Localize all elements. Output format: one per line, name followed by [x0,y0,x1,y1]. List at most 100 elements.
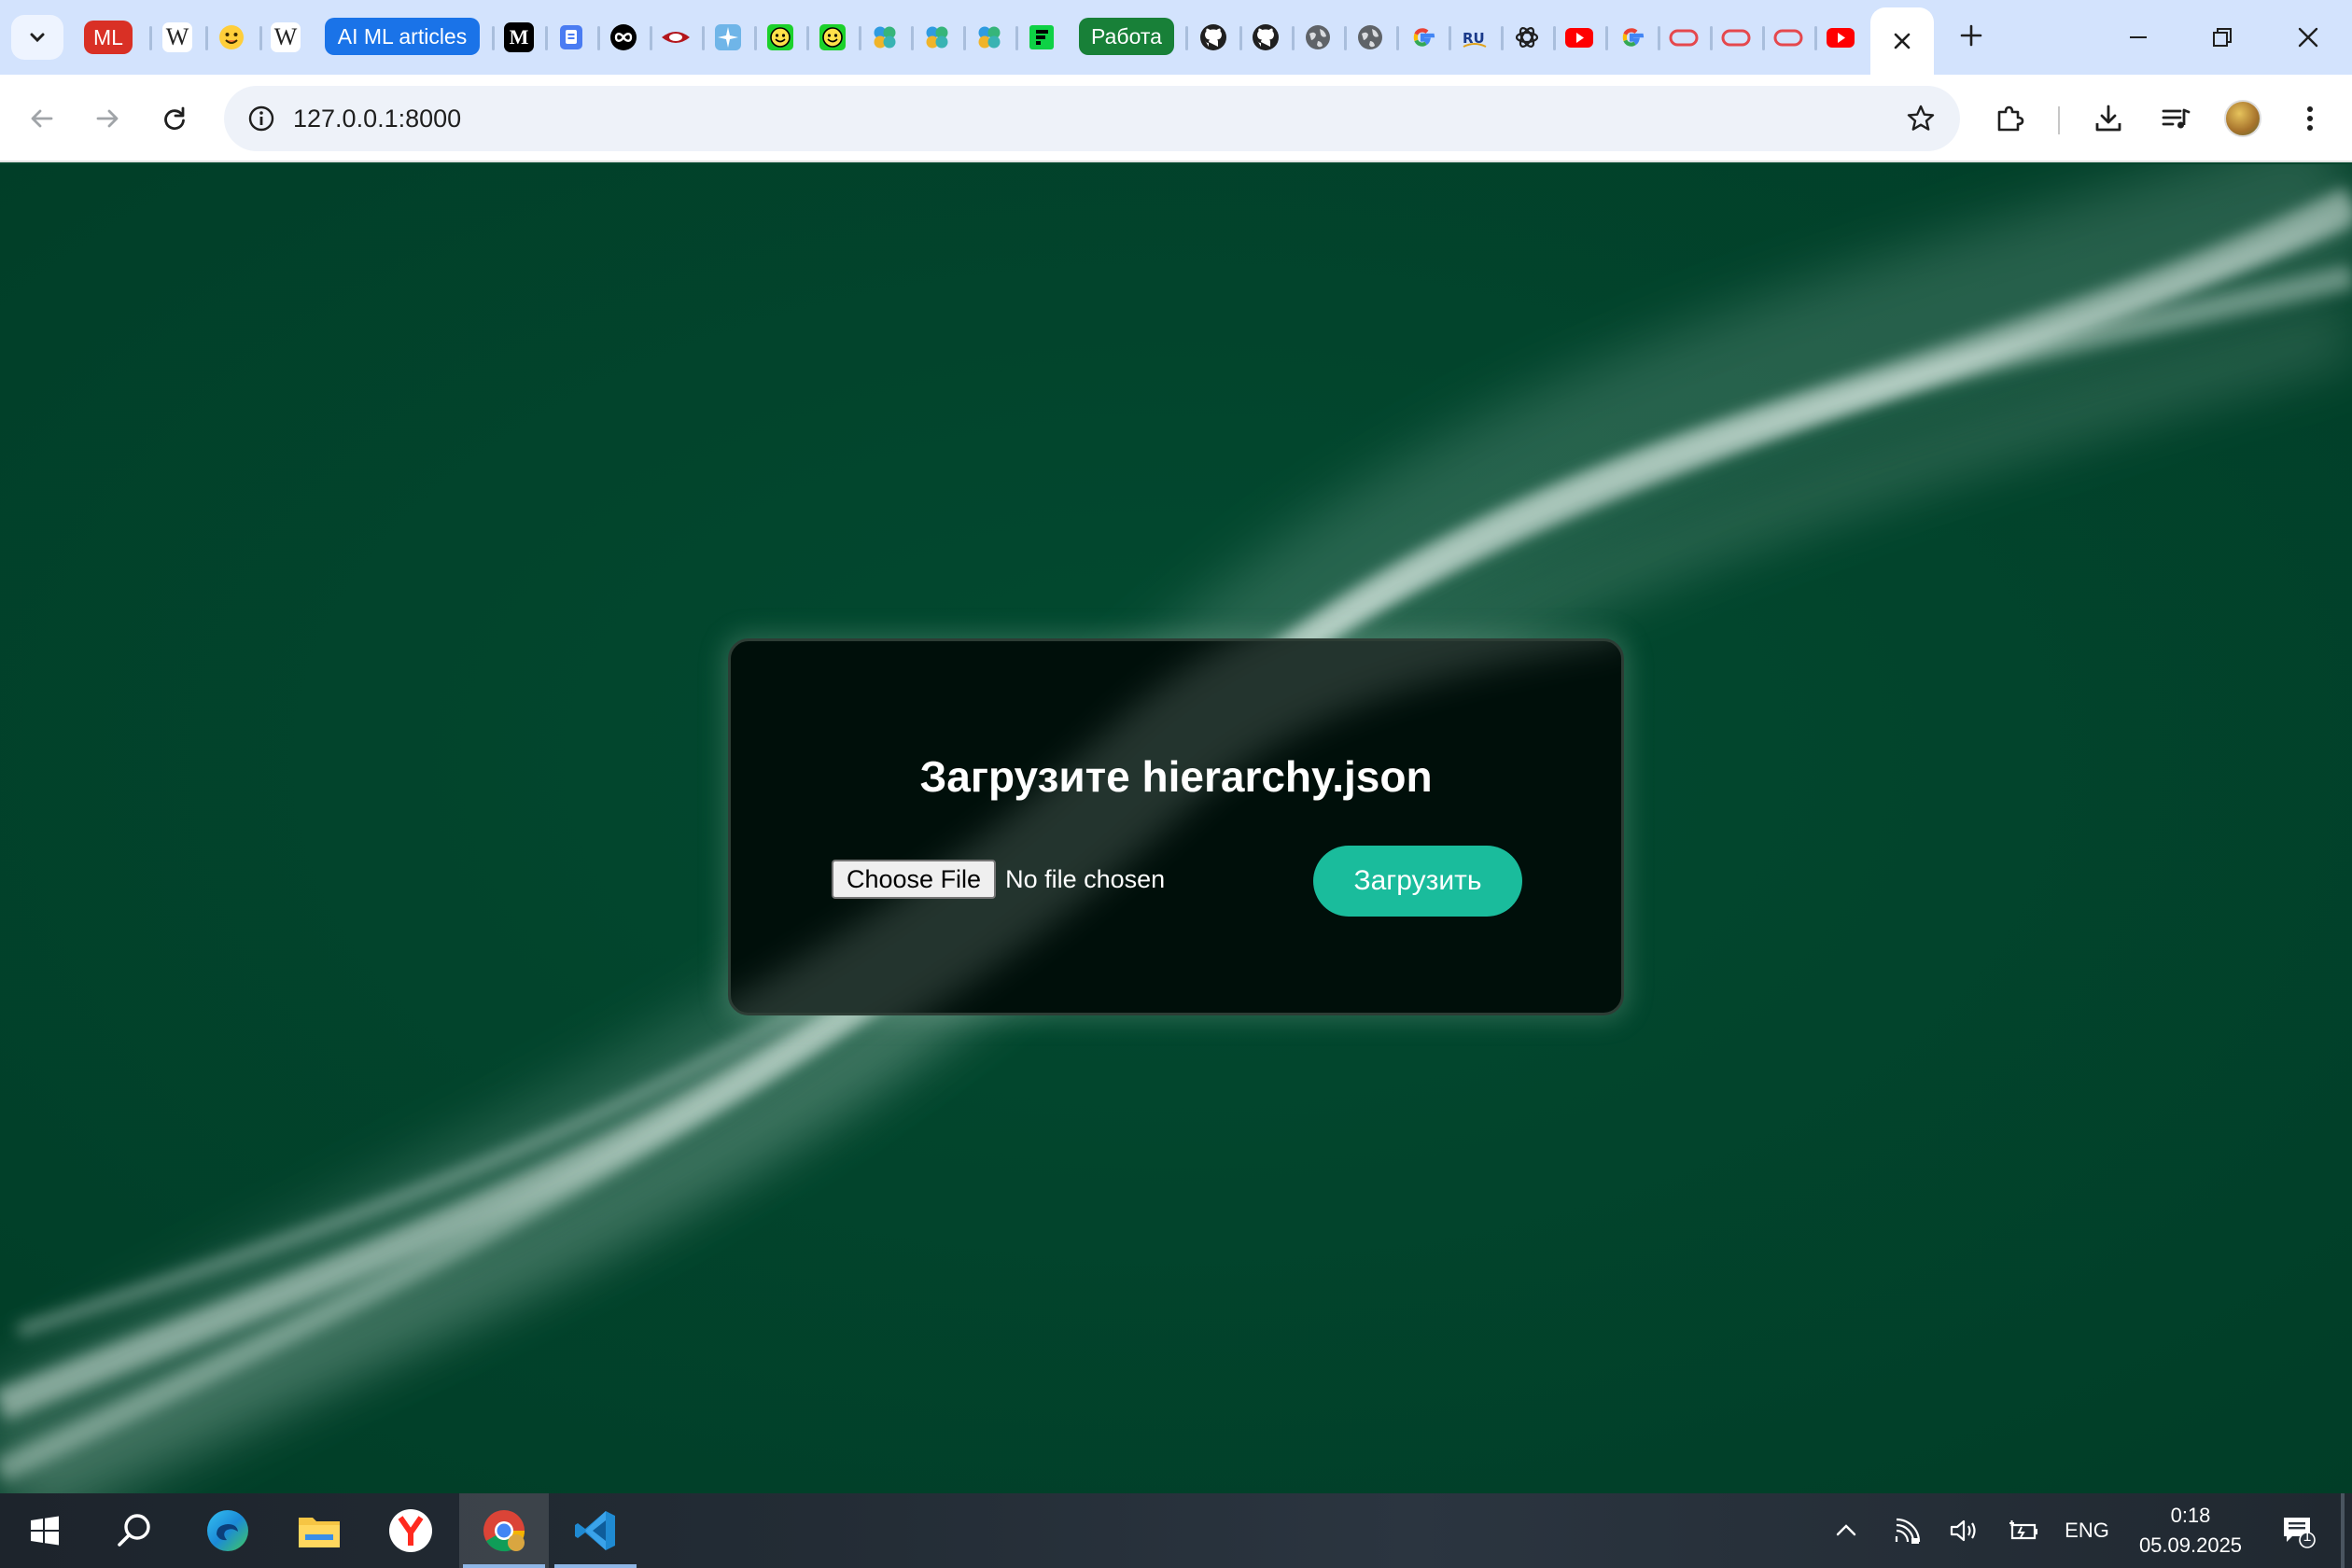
new-tab-button[interactable] [1951,17,1992,54]
tab-ml[interactable]: ML [80,19,136,56]
tab-separator [1449,26,1451,50]
downloads-button[interactable] [2083,93,2134,144]
volume-button[interactable] [1941,1493,1986,1568]
taskbar: ENG 0:18 05.09.2025 1 [0,1493,2352,1568]
tab-medium[interactable]: M [498,19,539,56]
globe-icon [1306,25,1330,49]
tab-separator [1185,26,1188,50]
search-button[interactable] [90,1493,179,1568]
upload-card: Загрузите hierarchy.json Choose File No … [728,638,1624,1015]
tab-huggingface[interactable] [211,19,252,56]
sparkle-icon [715,24,741,50]
tab-clover-2[interactable] [917,19,958,56]
tab-github-2[interactable] [1245,19,1286,56]
yandex-browser-button[interactable] [366,1493,455,1568]
tab-separator [1605,26,1608,50]
tab-clover[interactable] [864,19,905,56]
extensions-button[interactable] [1984,93,2035,144]
show-hidden-icons-button[interactable] [1824,1493,1869,1568]
vscode-button[interactable] [551,1493,640,1568]
start-icon [31,1516,59,1546]
tab-green-f[interactable] [1021,19,1062,56]
no-file-label: No file chosen [1005,864,1166,893]
tab-red-eye[interactable] [655,19,696,56]
tab-separator [1239,26,1242,50]
site-info-button[interactable] [237,94,286,143]
tab-globe-2[interactable] [1350,19,1391,56]
notification-center-button[interactable]: 1 [2270,1493,2326,1568]
tab-separator [1015,26,1018,50]
clock[interactable]: 0:18 05.09.2025 [2121,1501,2261,1561]
oval-icon [1773,29,1803,47]
tab-wikipedia[interactable]: W [157,19,198,56]
tab-separator [259,26,262,50]
tab-separator [1501,26,1504,50]
chrome-button[interactable] [459,1493,549,1568]
wikipedia-icon: W [271,22,301,52]
profile-button[interactable] [2218,93,2268,144]
github-icon [1200,24,1226,50]
tab-google-2[interactable] [1611,19,1652,56]
address-bar[interactable]: 127.0.0.1:8000 [224,86,1960,151]
tab-strip: ML W W AI ML articles M Работа RU [0,0,2352,75]
tab-youtube-2[interactable] [1820,19,1861,56]
tab-oval-3[interactable] [1768,19,1809,56]
tab-google[interactable] [1402,19,1443,56]
show-desktop-button[interactable] [2341,1493,2345,1568]
menu-button[interactable] [2285,93,2335,144]
tab-oval[interactable] [1663,19,1704,56]
tab-separator [1710,26,1713,50]
tab-separator [1292,26,1295,50]
google-icon [1622,28,1645,47]
file-input[interactable]: Choose File No file chosen [832,860,1165,899]
language-indicator[interactable]: ENG [2059,1493,2115,1568]
google-icon [1413,28,1435,47]
start-button[interactable] [0,1493,90,1568]
minimize-button[interactable] [2096,11,2180,63]
battery-button[interactable] [2001,1493,2046,1568]
reload-button[interactable] [149,93,200,144]
media-control-button[interactable] [2150,93,2201,144]
tab-smiley[interactable] [760,19,801,56]
bookmark-button[interactable] [1897,94,1945,143]
page-content: Загрузите hierarchy.json Choose File No … [0,164,2352,1493]
tab-wikipedia-2[interactable]: W [265,19,306,56]
active-indicator [463,1564,545,1568]
tab-youtube[interactable] [1559,19,1600,56]
forward-button[interactable] [82,93,133,144]
tab-separator [650,26,652,50]
close-window-button[interactable] [2266,11,2350,63]
ai-ml-articles-group[interactable]: AI ML articles [325,18,480,55]
red-eye-icon [662,32,690,43]
tab-separator [1553,26,1556,50]
tab-oval-2[interactable] [1715,19,1757,56]
forward-arrow-icon [96,109,119,128]
tab-separator [205,26,208,50]
tab-openai[interactable] [1506,19,1547,56]
tab-sparkle[interactable] [707,19,749,56]
vscode-icon [575,1511,615,1550]
tab-search-button[interactable] [11,15,63,60]
choose-file-button[interactable]: Choose File [832,860,997,899]
work-group[interactable]: Работа [1079,18,1174,55]
tab-clover-3[interactable] [969,19,1010,56]
oval-icon [1721,29,1751,47]
url-text[interactable]: 127.0.0.1:8000 [293,86,461,151]
clover-icon [926,26,948,49]
tab-infinity[interactable] [603,19,644,56]
tab-clipboard[interactable] [551,19,592,56]
tab-ru[interactable]: RU [1454,19,1495,56]
tab-github[interactable] [1193,19,1234,56]
battery-charging-icon [2009,1520,2037,1540]
active-tab[interactable] [1870,7,1934,75]
close-icon[interactable] [1892,31,1912,51]
restore-button[interactable] [2180,11,2264,63]
tab-globe[interactable] [1297,19,1338,56]
tab-smiley-2[interactable] [812,19,853,56]
network-button[interactable] [1885,1493,1930,1568]
edge-button[interactable] [183,1493,273,1568]
upload-button[interactable]: Загрузить [1313,846,1522,917]
youtube-icon [1827,28,1855,48]
back-button[interactable] [17,93,67,144]
file-explorer-button[interactable] [274,1493,364,1568]
